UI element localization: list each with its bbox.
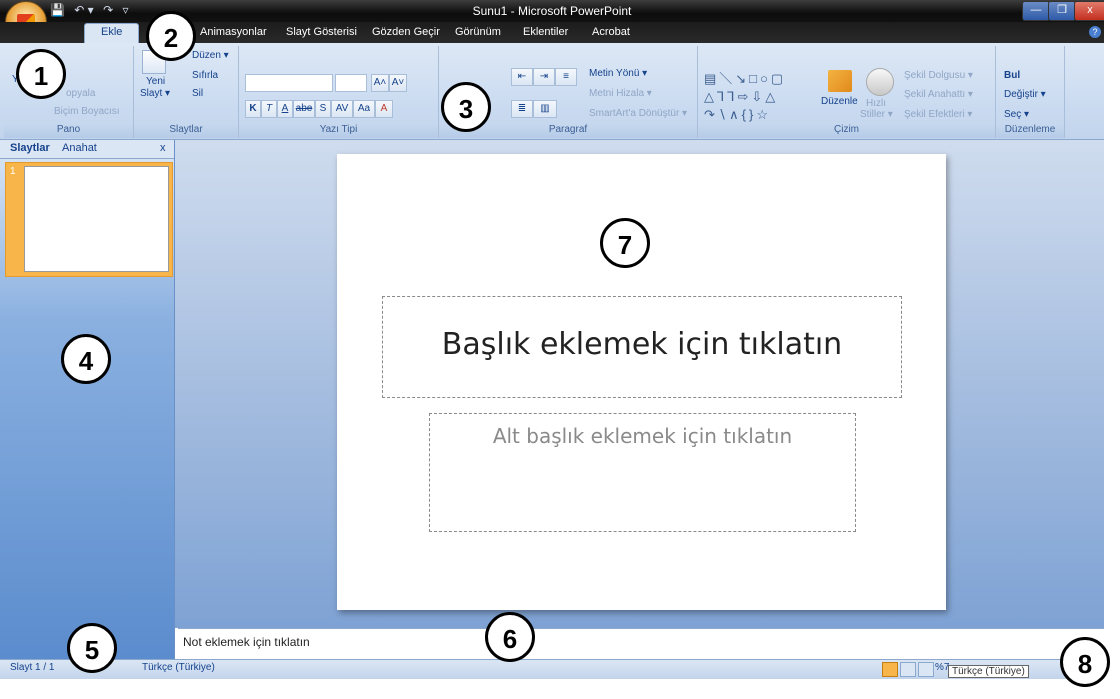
- char-spacing-button[interactable]: AV: [331, 100, 353, 118]
- language-tooltip: Türkçe (Türkiye): [948, 665, 1029, 678]
- font-group: A˄ A˅ K T A abe S AV Aa A Yazı Tipi: [239, 46, 439, 138]
- shapes-gallery[interactable]: ▤＼↘□○▢ △⅂⅂⇨⇩△ ↷∖∧{}☆: [704, 70, 814, 124]
- font-size-input[interactable]: [335, 74, 367, 92]
- notes-placeholder-text: Not eklemek için tıklatın: [183, 635, 310, 649]
- tab-slayt-gosterisi[interactable]: Slayt Gösterisi: [286, 26, 357, 38]
- slides-group: Yeni Slayt ▾ Düzen ▾ Sıfırla Sil Slaytla…: [134, 46, 239, 138]
- tab-eklentiler[interactable]: Eklentiler: [523, 26, 568, 38]
- title-placeholder[interactable]: Başlık eklemek için tıklatın: [382, 296, 902, 398]
- tab-acrobat[interactable]: Acrobat: [592, 26, 630, 38]
- shadow-button[interactable]: S: [315, 100, 331, 118]
- decrease-indent-icon[interactable]: ⇤: [511, 68, 533, 86]
- minimize-button[interactable]: —: [1022, 1, 1050, 21]
- slides-group-label: Slaytlar: [134, 124, 238, 138]
- clipboard-group-label: Pano: [4, 124, 133, 138]
- slide-counter: Slayt 1 / 1: [10, 662, 55, 673]
- callout-7: 7: [600, 218, 650, 268]
- underline-button[interactable]: A: [277, 100, 293, 118]
- font-color-button[interactable]: A: [375, 100, 393, 118]
- redo-icon[interactable]: ↷: [103, 3, 113, 17]
- subtitle-placeholder[interactable]: Alt başlık eklemek için tıklatın: [429, 413, 856, 532]
- replace-button[interactable]: Değiştir ▾: [1004, 89, 1046, 100]
- page-margin-right: [1104, 0, 1120, 699]
- font-name-input[interactable]: [245, 74, 333, 92]
- shape-fill-button[interactable]: Şekil Dolgusu ▾: [904, 70, 973, 81]
- callout-6: 6: [485, 612, 535, 662]
- tab-slides[interactable]: Slaytlar: [10, 142, 50, 154]
- new-slide-button[interactable]: Yeni: [146, 76, 165, 87]
- shrink-font-button[interactable]: A˅: [389, 74, 407, 92]
- columns-icon[interactable]: ▥: [533, 100, 557, 118]
- tab-gorunum[interactable]: Görünüm: [455, 26, 501, 38]
- tab-animasyonlar[interactable]: Animasyonlar: [200, 26, 267, 38]
- shape-effects-button[interactable]: Şekil Efektleri ▾: [904, 109, 972, 120]
- line-spacing-icon[interactable]: ≡: [555, 68, 577, 86]
- find-button[interactable]: Bul: [1004, 70, 1020, 81]
- align-text-button[interactable]: Metni Hizala ▾: [589, 88, 652, 99]
- title-placeholder-text: Başlık eklemek için tıklatın: [441, 327, 843, 362]
- increase-indent-icon[interactable]: ⇥: [533, 68, 555, 86]
- grow-font-button[interactable]: A˄: [371, 74, 389, 92]
- reset-button[interactable]: Sıfırla: [192, 70, 218, 81]
- quick-access-toolbar: 💾 ↶ ▾ ↷ ▿: [50, 3, 135, 17]
- arrange-icon: [828, 70, 852, 92]
- callout-1: 1: [16, 49, 66, 99]
- smartart-button[interactable]: SmartArt'a Dönüştür ▾: [589, 108, 687, 119]
- normal-view-icon[interactable]: [882, 662, 898, 677]
- quick-styles-icon: [866, 68, 894, 96]
- callout-2: 2: [146, 11, 196, 61]
- change-case-button[interactable]: Aa: [353, 100, 375, 118]
- format-painter-button[interactable]: Biçim Boyacısı: [54, 106, 120, 117]
- copy-button[interactable]: opyala: [66, 88, 95, 99]
- arrange-button[interactable]: Düzenle: [821, 96, 858, 107]
- language-indicator[interactable]: Türkçe (Türkiye): [142, 662, 215, 673]
- undo-icon[interactable]: ↶ ▾: [74, 3, 93, 17]
- new-slide-dropdown[interactable]: Slayt ▾: [140, 88, 170, 99]
- italic-button[interactable]: T: [261, 100, 277, 118]
- select-button[interactable]: Seç ▾: [1004, 109, 1029, 120]
- shapes-row-3: ↷∖∧{}☆: [704, 107, 772, 122]
- slide-thumbnail-number: 1: [10, 166, 16, 177]
- slide-sorter-view-icon[interactable]: [900, 662, 916, 677]
- customize-qat-icon[interactable]: ▿: [122, 3, 128, 17]
- shapes-row-1: ▤＼↘□○▢: [704, 71, 787, 86]
- bold-button[interactable]: K: [245, 100, 261, 118]
- quick-styles-dropdown[interactable]: Stiller ▾: [860, 109, 893, 120]
- justify-icon[interactable]: ≣: [511, 100, 533, 118]
- editing-group-label: Düzenleme: [996, 124, 1064, 138]
- drawing-group-label: Çizim: [698, 124, 995, 138]
- help-icon[interactable]: ?: [1089, 26, 1101, 38]
- tab-gozden-gecir[interactable]: Gözden Geçir: [372, 26, 440, 38]
- subtitle-placeholder-text: Alt başlık eklemek için tıklatın: [492, 424, 793, 448]
- font-group-label: Yazı Tipi: [239, 124, 438, 138]
- callout-8: 8: [1060, 637, 1110, 687]
- restore-button[interactable]: ❐: [1048, 1, 1076, 21]
- callout-4: 4: [61, 334, 111, 384]
- close-button[interactable]: x: [1074, 1, 1106, 21]
- quick-styles-button[interactable]: Hızlı: [866, 98, 886, 109]
- tab-outline[interactable]: Anahat: [62, 142, 97, 154]
- strikethrough-button[interactable]: abe: [293, 100, 315, 118]
- tab-ekle[interactable]: Ekle: [84, 23, 140, 45]
- editing-group: Bul Değiştir ▾ Seç ▾ Düzenleme: [996, 46, 1065, 138]
- save-icon[interactable]: 💾: [50, 3, 65, 17]
- shapes-row-2: △⅂⅂⇨⇩△: [704, 89, 779, 104]
- delete-slide-button[interactable]: Sil: [192, 88, 203, 99]
- text-direction-button[interactable]: Metin Yönü ▾: [589, 68, 647, 79]
- layout-button[interactable]: Düzen ▾: [192, 50, 229, 61]
- notes-pane[interactable]: [178, 628, 1104, 660]
- pane-close-button[interactable]: x: [160, 142, 166, 154]
- callout-5: 5: [67, 623, 117, 673]
- slide-thumbnail[interactable]: [24, 166, 169, 272]
- callout-3: 3: [441, 82, 491, 132]
- slide-show-view-icon[interactable]: [918, 662, 934, 677]
- shape-outline-button[interactable]: Şekil Anahattı ▾: [904, 89, 973, 100]
